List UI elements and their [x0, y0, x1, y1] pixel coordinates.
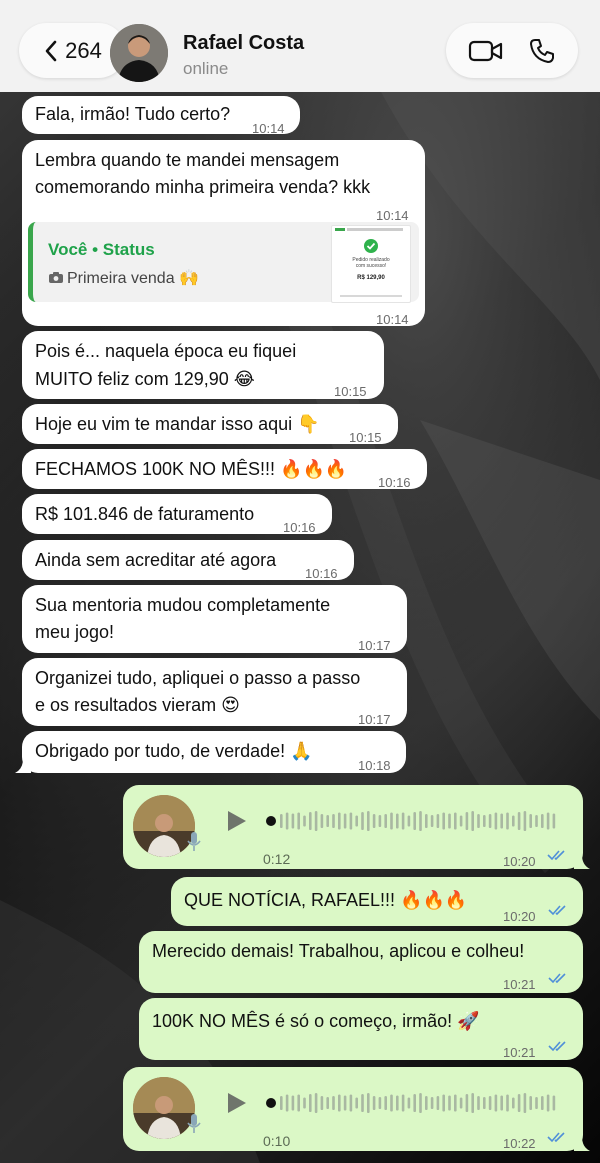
read-receipt-icon: [548, 1041, 566, 1052]
message-time: 10:15: [349, 430, 382, 445]
message-incoming[interactable]: Pois é... naquela época eu fiquei MUITO …: [22, 331, 384, 399]
read-receipt-icon: [547, 1132, 565, 1143]
message-incoming[interactable]: Sua mentoria mudou completamente meu jog…: [22, 585, 407, 653]
message-text: Sua mentoria mudou completamente: [35, 595, 331, 615]
message-text: Pois é... naquela época eu fiquei: [35, 341, 297, 361]
camera-icon: [49, 272, 63, 283]
message-time: 10:15: [334, 384, 367, 399]
message-incoming[interactable]: Ainda sem acreditar até agora 10:16: [22, 540, 354, 581]
quote-text: Primeira venda 🙌: [67, 270, 199, 287]
message-incoming[interactable]: FECHAMOS 100K NO MÊS!!! 🔥🔥🔥 10:16: [22, 449, 427, 490]
quote-title: Você • Status: [48, 240, 155, 259]
message-time: 10:20: [503, 854, 536, 869]
message-text: QUE NOTÍCIA, RAFAEL!!! 🔥🔥🔥: [184, 890, 468, 910]
quote-text-row: Primeira venda 🙌: [48, 265, 199, 293]
call-actions: [446, 23, 578, 78]
message-time: 10:17: [358, 712, 391, 727]
message-time: 10:16: [283, 520, 316, 535]
read-receipt-icon: [548, 973, 566, 984]
contact-name[interactable]: Rafael Costa: [183, 32, 304, 55]
message-time: 10:14: [252, 121, 285, 136]
bubble-tail: [15, 759, 31, 773]
audio-waveform[interactable]: [266, 1088, 566, 1118]
message-time: 10:22: [503, 1136, 536, 1151]
unread-count: 264: [65, 37, 102, 63]
message-time: 10:21: [503, 1045, 536, 1060]
sender-avatar: [133, 1077, 195, 1139]
message-text: 100K NO MÊS é só o começo, irmão! 🚀: [152, 1011, 480, 1031]
message-text: FECHAMOS 100K NO MÊS!!! 🔥🔥🔥: [35, 459, 348, 479]
microphone-icon: [187, 1114, 201, 1133]
message-text-line2: e os resultados vieram 😍: [35, 695, 240, 715]
status-thumbnail: Pedido realizado com sucesso! R$ 129,90: [331, 225, 411, 303]
message-text: R$ 101.846 de faturamento: [35, 504, 255, 524]
message-text-line2: meu jogo!: [35, 622, 115, 642]
message-time: 10:18: [358, 758, 391, 773]
message-text: Lembra quando te mandei mensagem: [35, 150, 340, 170]
message-time: 10:16: [305, 566, 338, 581]
message-outgoing[interactable]: Merecido demais! Trabalhou, aplicou e co…: [139, 931, 583, 993]
thumb-amount: R$ 129,90: [357, 275, 385, 281]
message-incoming[interactable]: Lembra quando te mandei mensagem comemor…: [22, 140, 425, 327]
read-receipt-icon: [547, 850, 565, 861]
message-text: Organizei tudo, apliquei o passo a passo: [35, 668, 361, 688]
audio-duration: 0:10: [263, 1133, 291, 1149]
message-time: 10:21: [503, 977, 536, 992]
bubble-tail: [574, 855, 590, 869]
sender-avatar: [133, 795, 195, 857]
play-icon[interactable]: [226, 809, 248, 833]
message-outgoing[interactable]: 100K NO MÊS é só o começo, irmão! 🚀 10:2…: [139, 998, 583, 1060]
phone-icon[interactable]: [528, 37, 556, 65]
message-time: 10:20: [503, 909, 536, 924]
chevron-left-icon: [45, 40, 57, 61]
message-incoming[interactable]: Fala, irmão! Tudo certo? 10:14: [22, 96, 300, 136]
message-incoming[interactable]: Organizei tudo, apliquei o passo a passo…: [22, 658, 407, 727]
voice-message-outgoing[interactable]: 0:12 10:20: [123, 785, 590, 869]
message-text-line2: comemorando minha primeira venda? kkk: [35, 177, 371, 197]
chat-header: 264 Rafael Costa online: [0, 0, 600, 92]
contact-status: online: [183, 59, 229, 78]
play-icon[interactable]: [226, 1091, 248, 1115]
message-incoming[interactable]: Hoje eu vim te mandar isso aqui 👇 10:15: [22, 404, 398, 445]
bubble-tail: [574, 1137, 590, 1151]
message-text-line2: MUITO feliz com 129,90 😂: [35, 369, 255, 389]
message-text: Merecido demais! Trabalhou, aplicou e co…: [152, 941, 525, 961]
video-camera-icon[interactable]: [468, 39, 504, 63]
message-incoming[interactable]: R$ 101.846 de faturamento 10:16: [22, 494, 332, 535]
audio-duration: 0:12: [263, 851, 291, 867]
voice-message-outgoing[interactable]: 0:10 10:22: [123, 1067, 590, 1151]
message-text: Ainda sem acreditar até agora: [35, 550, 277, 570]
message-time: 10:17: [358, 638, 391, 653]
read-receipt-icon: [548, 905, 566, 916]
contact-avatar[interactable]: [110, 24, 168, 82]
microphone-icon: [187, 832, 201, 851]
message-incoming[interactable]: Obrigado por tudo, de verdade! 🙏 10:18: [15, 731, 406, 773]
message-outgoing[interactable]: QUE NOTÍCIA, RAFAEL!!! 🔥🔥🔥 10:20: [171, 877, 583, 926]
message-text: Fala, irmão! Tudo certo?: [35, 104, 231, 124]
message-time: 10:16: [378, 475, 411, 490]
message-time: 10:14: [376, 312, 409, 327]
message-text: Obrigado por tudo, de verdade! 🙏: [35, 741, 313, 761]
message-text: Hoje eu vim te mandar isso aqui 👇: [35, 414, 320, 434]
thumb-line2: com sucesso!: [355, 263, 387, 269]
audio-waveform[interactable]: [266, 806, 566, 836]
quoted-status[interactable]: Você • Status Primeira venda 🙌 Pedido re…: [28, 222, 419, 303]
